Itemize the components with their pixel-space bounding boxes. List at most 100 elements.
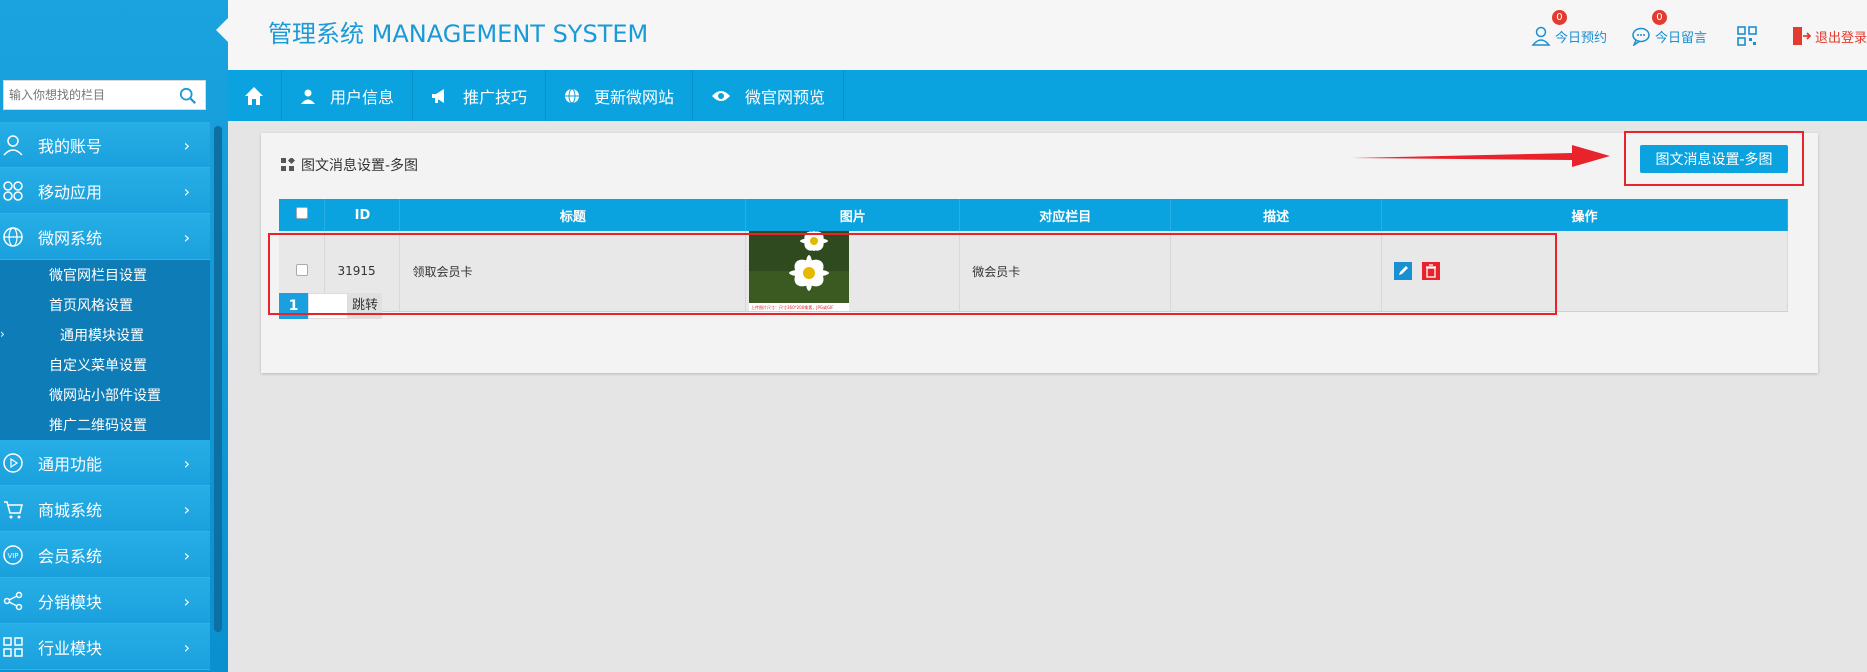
panel-title: 图文消息设置-多图 — [281, 155, 418, 175]
nav-label: 用户信息 — [330, 87, 395, 107]
submenu-label: 自定义菜单设置 — [49, 358, 147, 374]
chevron-right-icon: › — [183, 136, 190, 155]
nav-label: 推广技巧 — [463, 87, 528, 107]
submenu-item-general-module[interactable]: › 通用模块设置 — [0, 320, 210, 350]
megaphone-icon — [432, 88, 445, 103]
sidebar-item-mobile-apps[interactable]: 移动应用 › — [0, 168, 210, 214]
play-icon — [3, 452, 23, 473]
sidebar-search — [3, 80, 206, 110]
sidebar: 我的账号 › 移动应用 › 微网系统 › 微官网栏目设置 首页风格设置 › 通用模… — [0, 0, 228, 672]
sidebar-item-label: 分销模块 — [38, 592, 103, 612]
sidebar-item-industry[interactable]: 行业模块 › — [0, 624, 210, 670]
user-icon — [1531, 26, 1551, 46]
submenu-label: 首页风格设置 — [49, 298, 133, 314]
sidebar-top — [0, 0, 228, 70]
globe-icon — [3, 226, 23, 247]
link-label: 今日预约 — [1554, 30, 1607, 46]
share-icon — [3, 591, 23, 610]
user-icon — [3, 134, 23, 156]
chevron-right-icon: › — [183, 592, 190, 611]
col-header-column: 对应栏目 — [959, 199, 1172, 231]
col-header-image: 图片 — [745, 199, 961, 231]
chevron-right-icon: › — [0, 327, 5, 341]
search-input[interactable] — [4, 81, 172, 109]
select-all-checkbox[interactable] — [295, 207, 308, 219]
home-button[interactable] — [228, 70, 282, 121]
col-header-description: 描述 — [1170, 199, 1383, 231]
sidebar-item-micro-site[interactable]: 微网系统 › — [0, 214, 210, 260]
svg-text:VIP: VIP — [7, 552, 18, 560]
sidebar-item-label: 行业模块 — [38, 638, 103, 658]
search-icon[interactable] — [179, 87, 197, 105]
cart-icon — [4, 500, 23, 518]
vip-icon: VIP — [3, 544, 23, 565]
link-label: 今日留言 — [1654, 30, 1707, 46]
sidebar-menu: 我的账号 › 移动应用 › 微网系统 › 微官网栏目设置 首页风格设置 › 通用模… — [0, 122, 210, 670]
chevron-right-icon: › — [183, 638, 190, 657]
nav-user-info[interactable]: 用户信息 — [282, 70, 414, 121]
home-icon — [245, 86, 263, 105]
submenu-item-qrcode[interactable]: 推广二维码设置 — [0, 410, 210, 440]
apps-icon — [3, 180, 23, 201]
submenu-label: 微网站小部件设置 — [49, 388, 161, 404]
grid-icon — [281, 158, 295, 171]
submenu-label: 通用模块设置 — [60, 328, 144, 344]
sidebar-item-label: 会员系统 — [38, 546, 103, 566]
header: 管理系统 MANAGEMENT SYSTEM 0 今日预约 0 今日留言 退出登… — [228, 0, 1867, 70]
chevron-right-icon: › — [183, 546, 190, 565]
col-header-title: 标题 — [399, 199, 747, 231]
submenu-item-column-settings[interactable]: 微官网栏目设置 — [0, 260, 210, 290]
count-badge: 0 — [1651, 10, 1667, 25]
nav-update-site[interactable]: 更新微网站 — [546, 70, 694, 121]
qrcode-icon — [1737, 26, 1757, 46]
today-messages-link[interactable]: 0 今日留言 — [1631, 10, 1707, 46]
nav-label: 更新微网站 — [594, 87, 675, 107]
sidebar-item-label: 商城系统 — [38, 500, 103, 520]
link-label: 退出登录 — [1814, 30, 1867, 46]
eye-icon — [712, 90, 731, 101]
top-nav: 用户信息 推广技巧 更新微网站 微官网预览 — [228, 70, 1867, 121]
count-badge: 0 — [1551, 10, 1567, 25]
sidebar-item-member[interactable]: VIP 会员系统 › — [0, 532, 210, 578]
panel-title-text: 图文消息设置-多图 — [301, 158, 419, 174]
submenu-item-home-style[interactable]: 首页风格设置 — [0, 290, 210, 320]
submenu-item-custom-menu[interactable]: 自定义菜单设置 — [0, 350, 210, 380]
chevron-right-icon: › — [183, 500, 190, 519]
submenu-label: 微官网栏目设置 — [49, 268, 147, 284]
red-arrow-icon — [1352, 145, 1610, 167]
submenu: 微官网栏目设置 首页风格设置 › 通用模块设置 自定义菜单设置 微网站小部件设置 … — [0, 260, 210, 440]
chevron-right-icon: › — [183, 228, 190, 247]
logout-icon — [1792, 27, 1811, 45]
header-links: 0 今日预约 0 今日留言 退出登录 — [1507, 10, 1867, 46]
sidebar-item-general-functions[interactable]: 通用功能 › — [0, 440, 210, 486]
globe-icon — [565, 88, 580, 103]
nav-label: 微官网预览 — [745, 87, 826, 107]
sidebar-item-mall[interactable]: 商城系统 › — [0, 486, 210, 532]
select-all-header — [279, 199, 326, 231]
sidebar-item-label: 通用功能 — [38, 454, 103, 474]
sidebar-item-label: 我的账号 — [38, 136, 103, 156]
logout-link[interactable]: 退出登录 — [1791, 26, 1867, 46]
highlight-box-button — [1624, 131, 1804, 186]
qrcode-link[interactable] — [1737, 26, 1761, 46]
submenu-item-widgets[interactable]: 微网站小部件设置 — [0, 380, 210, 410]
user-icon — [301, 89, 315, 104]
sidebar-item-my-account[interactable]: 我的账号 › — [0, 122, 210, 168]
sidebar-item-label: 微网系统 — [38, 228, 103, 248]
sidebar-item-label: 移动应用 — [38, 182, 103, 202]
chevron-right-icon: › — [183, 454, 190, 473]
sidebar-notch — [216, 18, 228, 42]
highlight-box-row — [268, 233, 1557, 315]
nav-promotion-tips[interactable]: 推广技巧 — [413, 70, 547, 121]
chat-icon — [1632, 27, 1650, 46]
submenu-label: 推广二维码设置 — [49, 418, 147, 434]
today-appointments-link[interactable]: 0 今日预约 — [1531, 10, 1607, 46]
sidebar-scrollbar[interactable] — [214, 126, 222, 632]
sidebar-item-distribution[interactable]: 分销模块 › — [0, 578, 210, 624]
nav-site-preview[interactable]: 微官网预览 — [693, 70, 845, 121]
grid-icon — [3, 636, 23, 657]
chevron-right-icon: › — [183, 182, 190, 201]
app-title: 管理系统 MANAGEMENT SYSTEM — [268, 20, 649, 48]
table-header-row: ID 标题 图片 对应栏目 描述 操作 — [279, 199, 1788, 231]
col-header-id: ID — [324, 199, 401, 231]
